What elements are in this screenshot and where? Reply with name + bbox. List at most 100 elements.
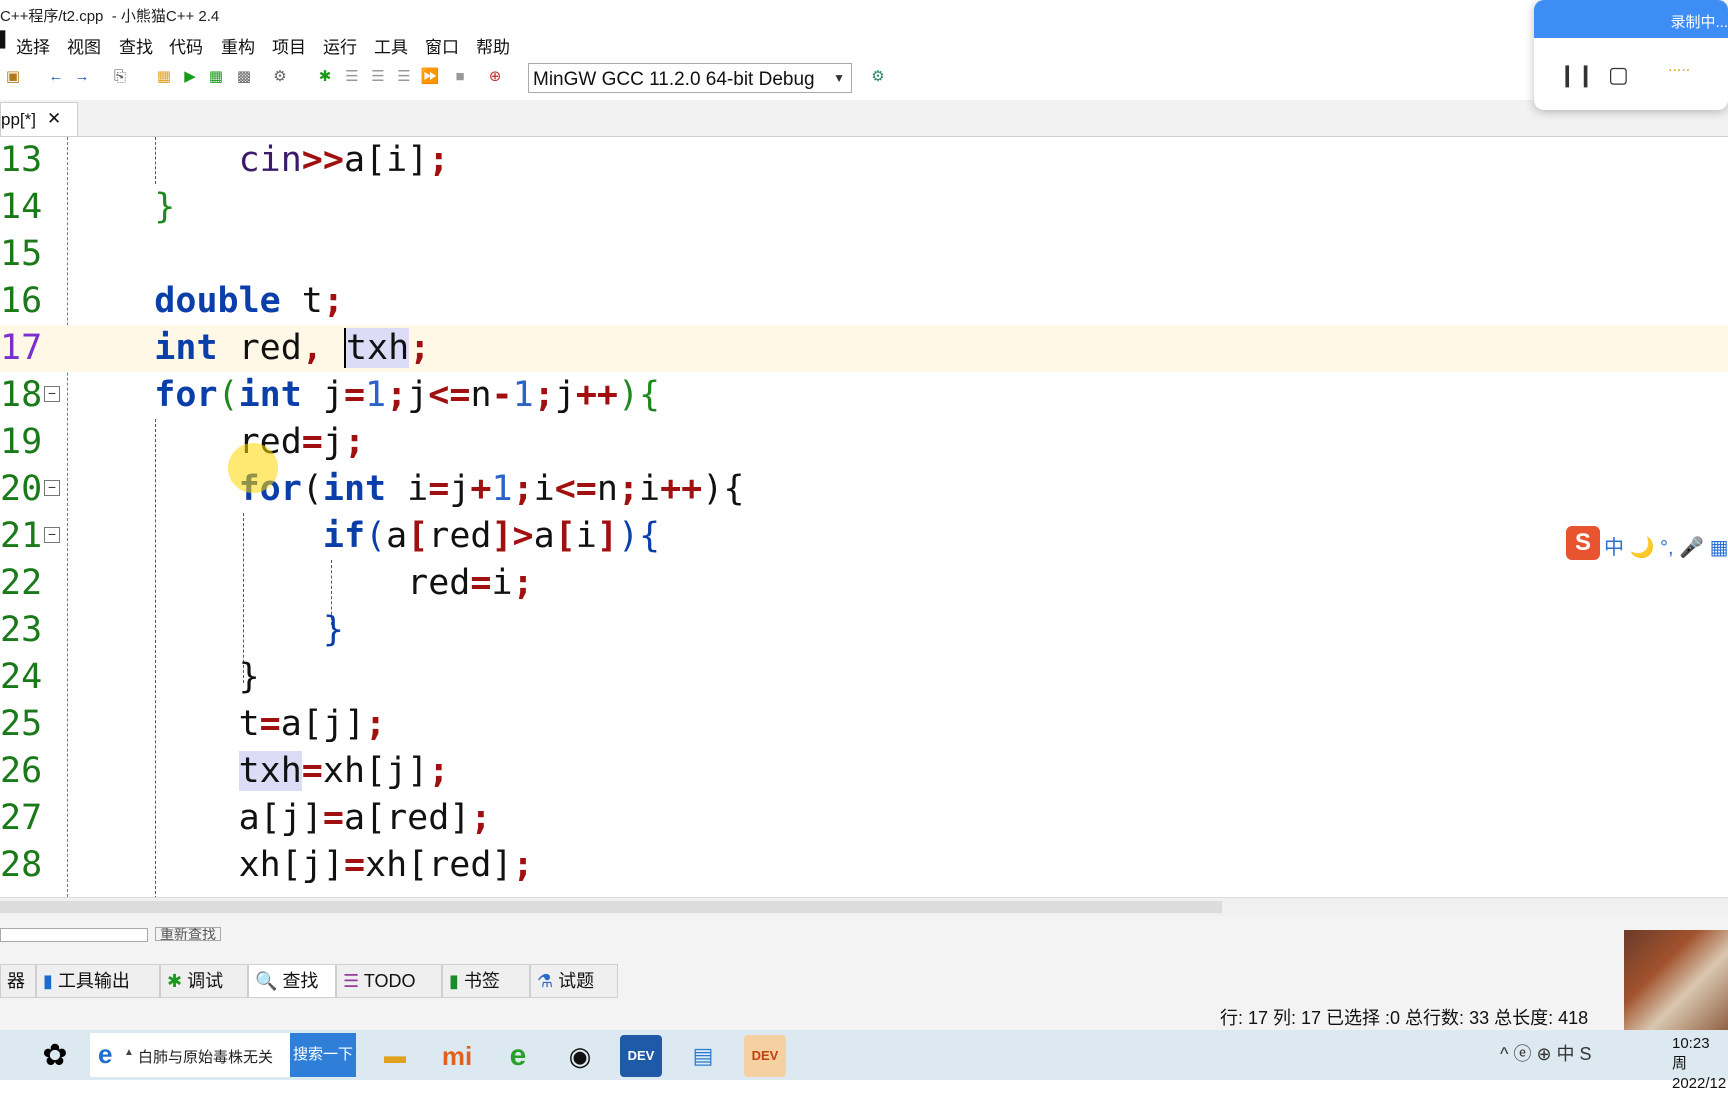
profile-icon[interactable]: ⊕ xyxy=(485,67,505,87)
code-editor[interactable]: 13 cin>>a[i]; 14 } 15 16 double t; 17 in… xyxy=(0,137,1728,897)
code-text: txh=xh[j]; xyxy=(238,751,450,791)
research-button[interactable]: 重新查找 xyxy=(155,927,221,941)
code-text: if(a[red]>a[i]){ xyxy=(322,516,661,556)
sogou-icon[interactable]: S xyxy=(1566,526,1600,560)
fold-toggle[interactable]: − xyxy=(44,386,60,402)
tab-debug[interactable]: ✱ 调试 xyxy=(160,964,248,998)
menu-refactor[interactable]: 重构 xyxy=(221,33,255,58)
line-number: 17 xyxy=(0,328,43,368)
menu-find[interactable]: 查找 xyxy=(119,33,153,58)
tab-problems[interactable]: ⚗ 试题 xyxy=(530,964,618,998)
menu-code[interactable]: 代码 xyxy=(169,33,203,58)
start-icon[interactable]: ✿ xyxy=(34,1035,76,1077)
back-icon[interactable]: ← xyxy=(46,67,66,87)
tab-todo[interactable]: ☰ TODO xyxy=(336,964,442,998)
tab-find[interactable]: 🔍 查找 xyxy=(248,964,336,998)
close-icon[interactable]: ✕ xyxy=(47,109,61,129)
step-into-icon[interactable]: ☰ xyxy=(368,67,388,87)
menu-view[interactable]: 视图 xyxy=(67,33,101,58)
pause-icon[interactable]: ❙❙ xyxy=(1558,62,1595,88)
menu-project[interactable]: 项目 xyxy=(272,33,306,58)
menu-select[interactable]: 选择 xyxy=(16,33,50,58)
tab-compiler[interactable]: 器 xyxy=(0,964,36,998)
red-panda-cpp-icon[interactable]: DEV xyxy=(744,1035,786,1077)
ie-icon: e xyxy=(98,1039,113,1069)
format-icon[interactable]: ⎘ xyxy=(110,67,130,87)
menu-tools[interactable]: 工具 xyxy=(374,33,408,58)
options-icon[interactable]: ⚙ xyxy=(270,67,290,87)
code-text: red=i; xyxy=(70,563,534,603)
recorder-panel: 录制中... ❙❙ ▢ ..... xyxy=(1534,0,1728,110)
fold-toggle[interactable]: − xyxy=(44,480,60,496)
tab-t2-cpp[interactable]: pp[*] ✕ xyxy=(0,102,78,136)
clock-time: 10:23 周 xyxy=(1672,1035,1710,1072)
compiler-select[interactable]: MinGW GCC 11.2.0 64-bit Debug ▼ xyxy=(528,63,852,93)
forward-icon[interactable]: → xyxy=(72,67,92,87)
save-all-icon[interactable]: ▣ xyxy=(3,67,23,87)
code-line: 22 red=i; xyxy=(0,560,1728,607)
stop-icon[interactable]: ■ xyxy=(450,67,470,87)
line-number: 25 xyxy=(0,704,43,744)
recorder-more-icon[interactable]: ..... xyxy=(1668,58,1690,76)
run-icon[interactable]: ▶ xyxy=(180,67,200,87)
bug-icon: ✱ xyxy=(167,971,183,991)
line-number: 26 xyxy=(0,751,43,791)
line-number: 18 xyxy=(0,375,43,415)
line-number: 23 xyxy=(0,610,43,650)
search-combo[interactable] xyxy=(0,928,148,942)
code-line: 28 xh[j]=xh[red]; xyxy=(0,842,1728,889)
rebuild-icon[interactable]: ▩ xyxy=(234,67,254,87)
line-number: 22 xyxy=(0,563,43,603)
recorder-header: 录制中... xyxy=(1534,0,1728,38)
ime-toolbar[interactable]: S 中 🌙 °, 🎤 ▦ xyxy=(1566,526,1728,560)
step-over-icon[interactable]: ☰ xyxy=(342,67,362,87)
menu-help[interactable]: 帮助 xyxy=(476,33,510,58)
line-number: 15 xyxy=(0,234,43,274)
chart-icon: ▮ xyxy=(43,971,53,991)
code-line: 18 − for(int j=1;j<=n-1;j++){ xyxy=(0,372,1728,419)
code-text: xh[j]=xh[red]; xyxy=(70,845,534,885)
line-number: 16 xyxy=(0,281,43,321)
compile-run-icon[interactable]: ▦ xyxy=(206,67,226,87)
tab-bookmarks[interactable]: ▮ 书签 xyxy=(442,964,530,998)
code-text: } xyxy=(322,610,344,650)
chevron-down-icon: ▼ xyxy=(833,71,845,85)
tab-tool-output[interactable]: ▮ 工具输出 xyxy=(36,964,160,998)
debug-icon[interactable]: ✱ xyxy=(315,67,335,87)
taskbar-search-button[interactable]: 搜索一下 xyxy=(290,1033,356,1077)
code-text: int red, txh; xyxy=(154,328,431,368)
code-line: 24 } xyxy=(0,654,1728,701)
mi-icon[interactable]: mi xyxy=(436,1035,478,1077)
dev-cpp-icon[interactable]: DEV xyxy=(620,1035,662,1077)
taskbar-search[interactable]: e ▲ 白肺与原始毒株无关 xyxy=(90,1033,290,1077)
code-line: 26 txh=xh[j]; xyxy=(0,748,1728,795)
step-out-icon[interactable]: ☰ xyxy=(394,67,414,87)
compile-icon[interactable]: ▦ xyxy=(154,67,174,87)
code-line: 13 cin>>a[i]; xyxy=(0,137,1728,184)
editor-tab-bar: pp[*] ✕ xyxy=(0,100,1728,137)
code-text: double t; xyxy=(154,281,344,321)
browser-icon[interactable]: e xyxy=(497,1035,539,1077)
window-app-icon[interactable]: ▤ xyxy=(682,1035,724,1077)
code-line: 14 } xyxy=(0,184,1728,231)
toolbar: ▣ ← → ⎘ ▦ ▶ ▦ ▩ ⚙ ✱ ☰ ☰ ☰ ⏩ ■ ⊕ MinGW GC… xyxy=(0,58,1728,100)
menu-bar: ▌ 选择 视图 查找 代码 重构 项目 运行 工具 窗口 帮助 xyxy=(0,28,1728,58)
menu-window[interactable]: 窗口 xyxy=(425,33,459,58)
horizontal-scrollbar[interactable] xyxy=(0,897,1728,916)
compiler-options-icon[interactable]: ⚙ xyxy=(868,67,888,87)
maps-pin-icon[interactable]: ◉ xyxy=(559,1035,601,1077)
status-bar: 行: 17 列: 17 已选择 :0 总行数: 33 总长度: 418 xyxy=(1220,1008,1589,1028)
continue-icon[interactable]: ⏩ xyxy=(420,67,440,87)
code-text: t=a[j]; xyxy=(70,704,387,744)
title-bar: C++程序/t2.cpp - 小熊猫C++ 2.4 xyxy=(0,0,1728,28)
system-tray[interactable]: ^ ⓔ ⊕ 中 S xyxy=(1500,1040,1592,1066)
scrollbar-thumb[interactable] xyxy=(0,901,1222,913)
ime-status[interactable]: 中 🌙 °, 🎤 ▦ xyxy=(1604,531,1728,560)
menu-run[interactable]: 运行 xyxy=(323,33,357,58)
line-number: 24 xyxy=(0,657,43,697)
clock[interactable]: 10:23 周 2022/12 xyxy=(1672,1034,1728,1094)
stop-record-icon[interactable]: ▢ xyxy=(1608,62,1629,88)
line-number: 19 xyxy=(0,422,43,462)
file-explorer-icon[interactable]: ▬ xyxy=(374,1035,416,1077)
fold-toggle[interactable]: − xyxy=(44,527,60,543)
